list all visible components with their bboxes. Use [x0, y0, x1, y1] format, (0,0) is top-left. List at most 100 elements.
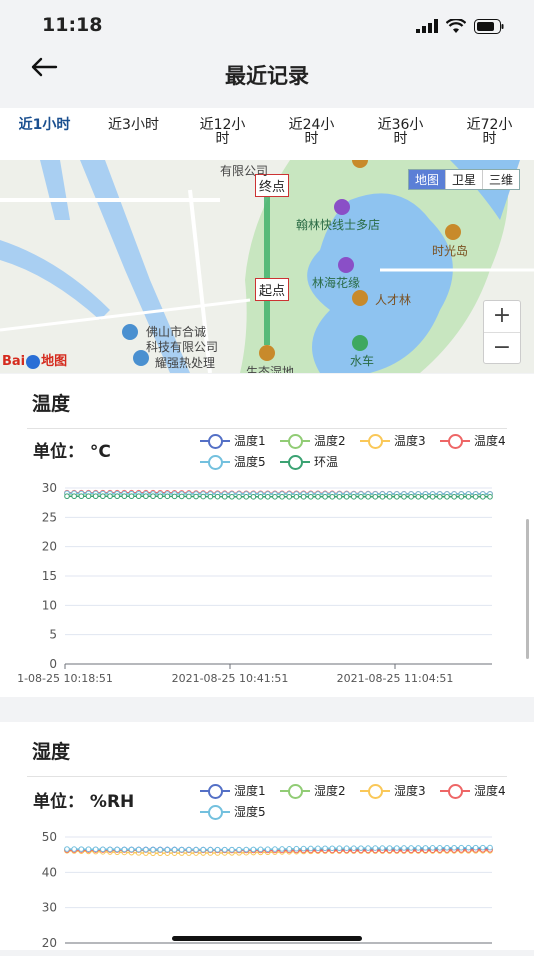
data-point	[350, 494, 357, 500]
legend-label: 温度4	[474, 434, 506, 448]
data-point	[393, 845, 400, 851]
legend-marker-icon	[200, 433, 230, 449]
legend-label: 湿度2	[314, 784, 346, 798]
legend-item-temp4[interactable]: 温度4	[440, 430, 520, 451]
y-tick-label: 10	[42, 598, 57, 612]
legend-label: 温度5	[234, 455, 266, 469]
humidity-card: 湿度 单位： %RH 湿度1 湿度2 湿度3 湿度4 湿度5 20 30 40 50	[0, 722, 534, 950]
data-point	[444, 494, 450, 500]
legend-marker-icon	[200, 783, 230, 799]
data-point	[336, 845, 343, 852]
humidity-title: 湿度	[32, 741, 71, 763]
data-point	[92, 846, 99, 853]
legend-item-temp2[interactable]: 温度2	[280, 430, 360, 451]
data-point	[135, 846, 142, 853]
data-point	[286, 846, 293, 852]
legend-label: 湿度4	[474, 784, 506, 798]
legend-marker-icon	[440, 433, 470, 449]
data-point	[272, 494, 278, 500]
map-place: 有限公司	[220, 164, 269, 178]
temperature-card: 温度 单位： °C 温度1 温度2 温度3 温度4 温度5 环温 0 5 10 15 2…	[0, 374, 534, 697]
legend-label: 湿度3	[394, 784, 426, 798]
legend-label: 环温	[314, 455, 339, 469]
legend-item-temp5[interactable]: 温度5	[200, 451, 280, 472]
data-point	[307, 845, 314, 852]
data-point	[343, 494, 350, 500]
data-point	[429, 494, 436, 500]
data-point	[372, 845, 379, 851]
legend-item-ambient[interactable]: 环温	[280, 451, 360, 472]
page-title: 最近记录	[225, 64, 309, 88]
data-point	[114, 846, 120, 853]
data-point	[372, 494, 379, 500]
data-point	[121, 493, 128, 500]
data-point	[164, 846, 171, 853]
data-point	[229, 493, 235, 500]
data-point	[257, 846, 264, 853]
baidu-logo-map: 地图	[41, 354, 68, 369]
data-point	[293, 845, 300, 852]
y-tick-label: 5	[49, 628, 57, 642]
legend-item-temp1[interactable]: 温度1	[200, 430, 280, 451]
data-point	[401, 845, 407, 851]
data-point	[64, 846, 70, 852]
legend-marker-icon	[200, 804, 230, 820]
status-bar: 11:18	[0, 0, 534, 50]
legend-item-hum5[interactable]: 湿度5	[200, 801, 280, 822]
data-point	[379, 845, 386, 851]
data-point	[472, 494, 479, 500]
legend-label: 温度2	[314, 434, 346, 448]
legend-item-temp3[interactable]: 温度3	[360, 430, 440, 451]
baidu-logo-text: Bai	[2, 354, 26, 369]
tab-12h[interactable]: 近12小时	[178, 108, 267, 160]
tab-3h[interactable]: 近3小时	[89, 108, 178, 160]
data-point	[143, 493, 149, 500]
data-point	[264, 494, 271, 500]
data-point	[307, 494, 314, 500]
data-point	[157, 493, 164, 500]
legend-item-hum2[interactable]: 湿度2	[280, 780, 360, 801]
data-point	[214, 846, 221, 853]
tab-1h[interactable]: 近1小时	[0, 108, 89, 160]
data-point	[429, 845, 436, 851]
data-point	[315, 845, 321, 852]
tab-72h[interactable]: 近72小时	[445, 108, 534, 160]
legend-marker-icon	[280, 433, 310, 449]
wifi-icon	[446, 18, 466, 33]
legend-item-hum1[interactable]: 湿度1	[200, 780, 280, 801]
tab-36h[interactable]: 近36小时	[356, 108, 445, 160]
map-type-satellite[interactable]: 卫星	[444, 170, 482, 189]
data-point	[128, 493, 135, 500]
data-point	[472, 844, 479, 851]
map-place: 人才林	[375, 293, 412, 307]
tab-24h[interactable]: 近24小时	[267, 108, 356, 160]
data-point	[164, 493, 171, 500]
temperature-unit: 单位： °C	[33, 442, 111, 462]
data-point	[386, 494, 393, 500]
data-point	[379, 494, 386, 500]
data-point	[365, 494, 371, 500]
data-point	[214, 493, 221, 500]
x-tick-label: 2021-08-25 10:41:51	[172, 672, 289, 685]
legend-item-hum3[interactable]: 湿度3	[360, 780, 440, 801]
data-point	[329, 845, 336, 852]
data-point	[422, 494, 429, 500]
zoom-in-button[interactable]: +	[484, 301, 520, 333]
route-map[interactable]: 终点 起点 有限公司 翰林快线士多店 时光岛 林海花缘 人才林 佛山市合诚 科技…	[0, 160, 534, 373]
y-tick-label: 30	[42, 481, 57, 495]
data-point	[451, 844, 457, 851]
start-point-label: 起点	[255, 278, 290, 301]
data-point	[157, 846, 164, 853]
data-point	[107, 846, 113, 853]
zoom-out-button[interactable]: −	[484, 333, 520, 365]
map-type-standard[interactable]: 地图	[408, 170, 445, 189]
data-point	[480, 494, 486, 500]
map-type-3d[interactable]: 三维	[481, 170, 519, 189]
data-point	[350, 845, 357, 851]
data-point	[480, 844, 486, 851]
legend-item-hum4[interactable]: 湿度4	[440, 780, 520, 801]
data-point	[121, 846, 128, 853]
data-point	[78, 846, 85, 852]
y-tick-label: 15	[42, 569, 57, 583]
data-point	[437, 494, 443, 500]
